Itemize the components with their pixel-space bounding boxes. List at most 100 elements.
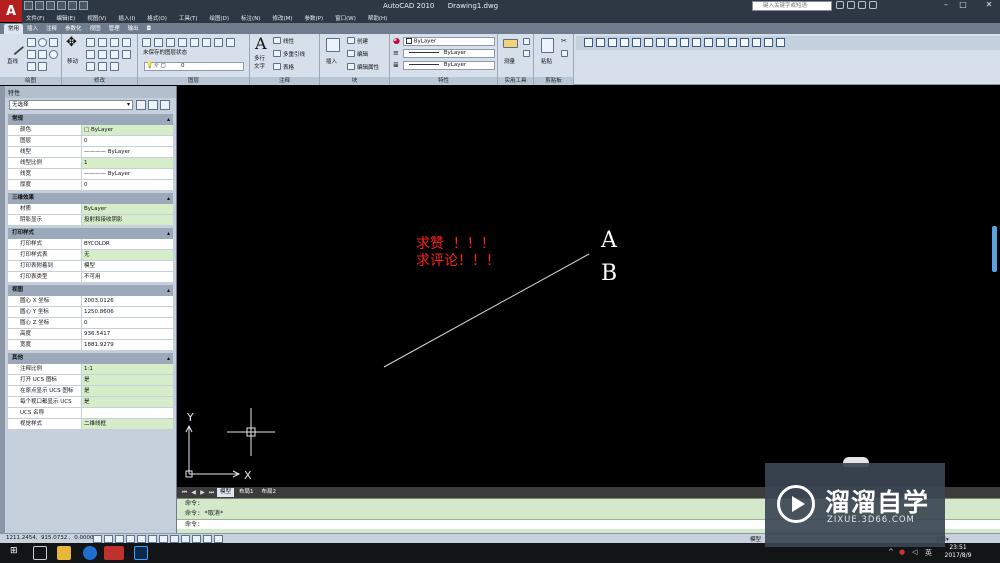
minimize-button[interactable]: –	[938, 0, 954, 10]
arc-icon[interactable]	[49, 38, 58, 47]
linear-label[interactable]: 线性	[283, 37, 294, 45]
circle-icon[interactable]	[38, 38, 47, 47]
view-tool-icon[interactable]	[620, 38, 629, 47]
windows-start-icon[interactable]: ⊞	[10, 546, 18, 556]
layers-panel-title[interactable]: 图层	[138, 77, 249, 85]
fillet-icon[interactable]	[98, 50, 107, 59]
ribbon-tab-4[interactable]: 视图	[86, 24, 105, 34]
section-header[interactable]: 常规	[8, 114, 173, 125]
property-value[interactable]: 二维线框	[82, 419, 173, 429]
offset-icon[interactable]	[110, 62, 119, 71]
quick-select-icon[interactable]	[523, 38, 530, 45]
rectangle-icon[interactable]	[27, 50, 36, 59]
tab-layout1[interactable]: 布局1	[236, 488, 257, 497]
table-icon[interactable]	[273, 63, 281, 70]
property-row[interactable]: 注释比例 1:1	[8, 364, 173, 375]
color-combo[interactable]: ByLayer	[403, 37, 495, 46]
select-objects-icon[interactable]	[148, 100, 158, 110]
property-value[interactable]: BYCOLOR	[82, 239, 173, 249]
layer-state-combo[interactable]: 未保存的图层状态	[141, 50, 247, 59]
lineweight-combo[interactable]: ByLayer	[403, 49, 495, 58]
property-value[interactable]: 是	[82, 386, 173, 396]
tray-app-icon[interactable]: ●	[899, 548, 905, 556]
menu-item-2[interactable]: 视图(V)	[87, 14, 106, 22]
ribbon-tab-2[interactable]: 注释	[42, 24, 61, 34]
drawing-canvas[interactable]: Y X 求赞 ！！！ 求评论！！！ A B	[177, 86, 1000, 487]
ribbon-tab-3[interactable]: 参数化	[61, 24, 86, 34]
property-value[interactable]	[82, 408, 173, 418]
property-row[interactable]: 圆心 X 坐标 2003.0126	[8, 296, 173, 307]
property-row[interactable]: 线宽 ———— ByLayer	[8, 169, 173, 180]
subscription-icon[interactable]	[847, 1, 855, 9]
erase-icon[interactable]	[110, 38, 119, 47]
drawn-line[interactable]	[383, 253, 590, 368]
menu-item-0[interactable]: 文件(F)	[26, 14, 44, 22]
menu-item-8[interactable]: 修改(M)	[272, 14, 292, 22]
properties-panel-title[interactable]: 特性	[390, 77, 497, 85]
region-icon[interactable]	[27, 62, 36, 71]
menu-item-7[interactable]: 标注(N)	[241, 14, 260, 22]
view-tool-icon[interactable]	[740, 38, 749, 47]
plot-icon[interactable]	[79, 1, 88, 10]
property-row[interactable]: 每个视口都显示 UCS 是	[8, 397, 173, 408]
property-row[interactable]: 线型比例 1	[8, 158, 173, 169]
redo-icon[interactable]	[68, 1, 77, 10]
paste-icon[interactable]	[541, 38, 554, 53]
layer-previous-icon[interactable]	[214, 38, 223, 47]
draw-panel-title[interactable]: 绘图	[0, 77, 61, 85]
annotation-monitor-icon[interactable]	[214, 535, 223, 543]
layer-properties-icon[interactable]	[142, 38, 151, 47]
tab-layout2[interactable]: 布局2	[259, 488, 280, 497]
block-panel-title[interactable]: 块	[320, 77, 389, 85]
property-row[interactable]: 打印表附着到 模型	[8, 261, 173, 272]
last-tab-icon[interactable]: ⏭	[208, 489, 215, 497]
view-tool-icon[interactable]	[716, 38, 725, 47]
property-row[interactable]: 打开 UCS 图标是	[8, 375, 173, 386]
task-view-icon[interactable]	[33, 546, 47, 560]
color-wheel-icon[interactable]: ◕	[393, 36, 400, 45]
measure-icon[interactable]	[503, 39, 518, 48]
property-row[interactable]: UCS 名称	[8, 408, 173, 419]
polyline-icon[interactable]	[27, 38, 36, 47]
table-label[interactable]: 表格	[283, 63, 294, 71]
ortho-toggle-icon[interactable]	[115, 535, 124, 543]
trim-icon[interactable]	[98, 38, 107, 47]
property-row[interactable]: 打印样式 BYCOLOR	[8, 239, 173, 250]
toggle-pickadd-icon[interactable]	[136, 100, 146, 110]
view-tool-icon[interactable]	[752, 38, 761, 47]
help-icon[interactable]	[869, 1, 877, 9]
create-block-icon[interactable]	[347, 37, 355, 44]
view-tool-icon[interactable]	[776, 38, 785, 47]
copy-icon[interactable]	[122, 38, 131, 47]
property-value[interactable]: 是	[82, 375, 173, 385]
new-icon[interactable]	[24, 1, 33, 10]
calculator-icon[interactable]	[523, 50, 530, 57]
property-value[interactable]: 0	[82, 318, 173, 328]
view-tool-icon[interactable]	[656, 38, 665, 47]
multileader-label[interactable]: 多重引线	[283, 50, 305, 58]
modify-panel-title[interactable]: 修改	[62, 77, 137, 85]
menu-item-3[interactable]: 插入(I)	[118, 14, 135, 22]
property-row[interactable]: 打印样式表无	[8, 250, 173, 261]
property-value[interactable]: 1881.9279	[82, 340, 173, 350]
property-row[interactable]: 颜色 □ ByLayer	[8, 125, 173, 136]
layer-walk-icon[interactable]	[226, 38, 235, 47]
menu-item-1[interactable]: 编辑(E)	[56, 14, 75, 22]
view-tool-icon[interactable]	[632, 38, 641, 47]
binoculars-icon[interactable]	[836, 1, 844, 9]
vertical-scrollbar[interactable]	[990, 86, 1000, 487]
layer-freeze-icon[interactable]	[178, 38, 187, 47]
lineweight-icon[interactable]: ≣	[393, 61, 399, 69]
view-tool-icon[interactable]	[584, 38, 593, 47]
section-header[interactable]: 三维效果	[8, 193, 173, 204]
prev-tab-icon[interactable]: ◀	[190, 489, 197, 496]
layer-isolate-icon[interactable]	[154, 38, 163, 47]
menu-item-9[interactable]: 参数(P)	[305, 14, 324, 22]
property-row[interactable]: 图层 0	[8, 136, 173, 147]
section-header[interactable]: 打印样式	[8, 228, 173, 239]
property-row[interactable]: 厚度 0	[8, 180, 173, 191]
ellipse-icon[interactable]	[49, 50, 58, 59]
scale-icon[interactable]	[86, 62, 95, 71]
property-value[interactable]: 是	[82, 397, 173, 407]
maximize-button[interactable]: □	[955, 0, 971, 10]
